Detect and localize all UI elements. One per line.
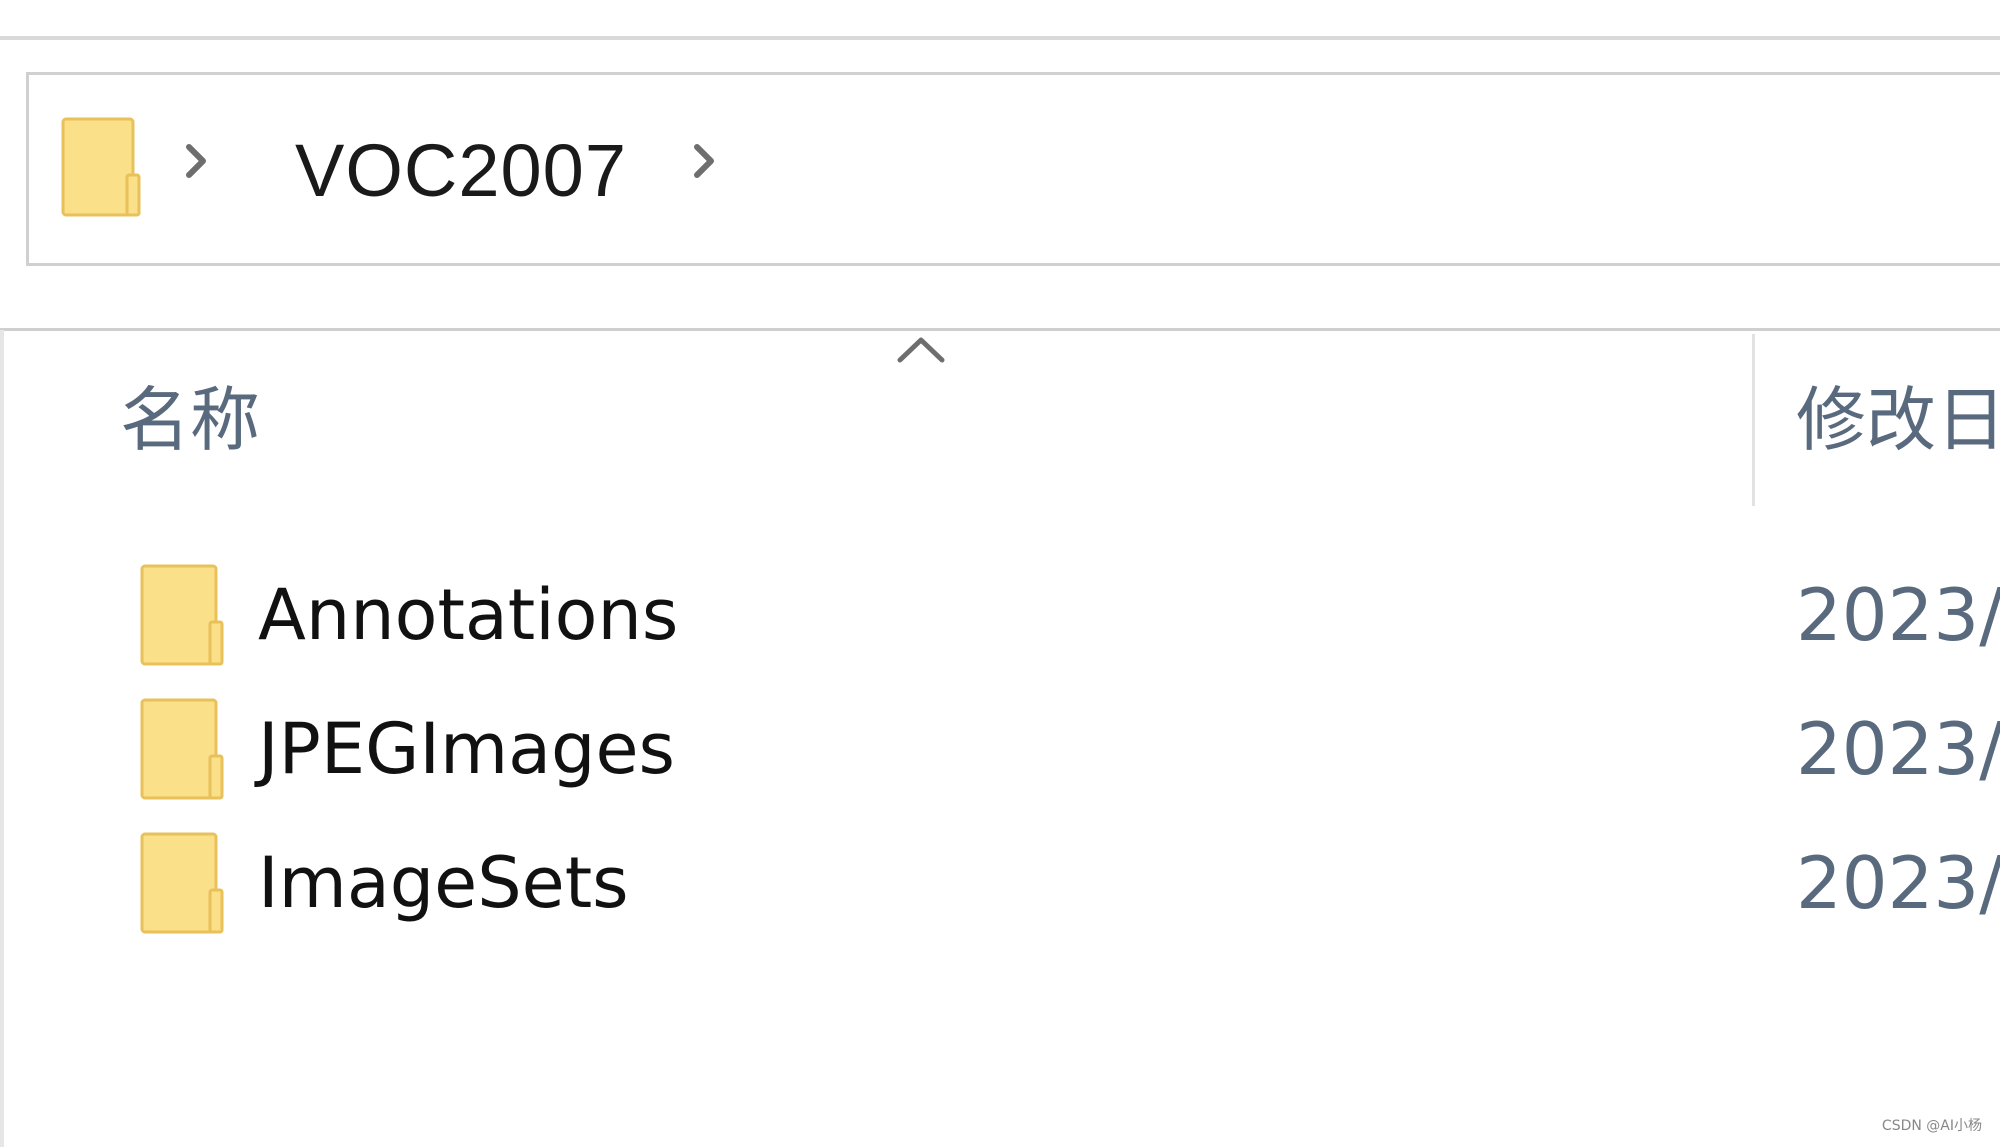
file-date-modified: 2023/ bbox=[1796, 841, 2000, 925]
file-date-modified: 2023/ bbox=[1796, 707, 2000, 791]
breadcrumb-item-voc2007[interactable]: VOC2007 bbox=[295, 121, 627, 221]
sort-up-icon bbox=[897, 337, 945, 363]
file-name[interactable]: JPEGImages bbox=[258, 684, 675, 814]
watermark: CSDN @AI小杨 bbox=[1881, 1118, 1982, 1134]
file-row[interactable]: Annotations 2023/ bbox=[0, 550, 2000, 680]
folder-icon bbox=[140, 832, 224, 934]
chevron-right-icon[interactable] bbox=[179, 131, 215, 191]
file-explorer-window: VOC2007 名称 修改日 Annotations 2023/ JPEGIma… bbox=[0, 0, 2000, 1147]
folder-icon bbox=[61, 117, 141, 217]
file-name[interactable]: Annotations bbox=[258, 550, 678, 680]
file-date-modified: 2023/ bbox=[1796, 573, 2000, 657]
file-row[interactable]: ImageSets 2023/ bbox=[0, 818, 2000, 948]
header-separator bbox=[0, 328, 2000, 331]
folder-icon bbox=[140, 564, 224, 666]
file-name[interactable]: ImageSets bbox=[258, 818, 629, 948]
file-row[interactable]: JPEGImages 2023/ bbox=[0, 684, 2000, 814]
folder-icon bbox=[140, 698, 224, 800]
column-header-date-modified[interactable]: 修改日 bbox=[1796, 375, 2000, 465]
column-header-name[interactable]: 名称 bbox=[120, 375, 260, 465]
chevron-right-icon[interactable] bbox=[687, 131, 723, 191]
address-bar[interactable]: VOC2007 bbox=[26, 72, 2000, 266]
column-divider[interactable] bbox=[1752, 334, 1755, 506]
toolbar-strip bbox=[0, 0, 2000, 40]
